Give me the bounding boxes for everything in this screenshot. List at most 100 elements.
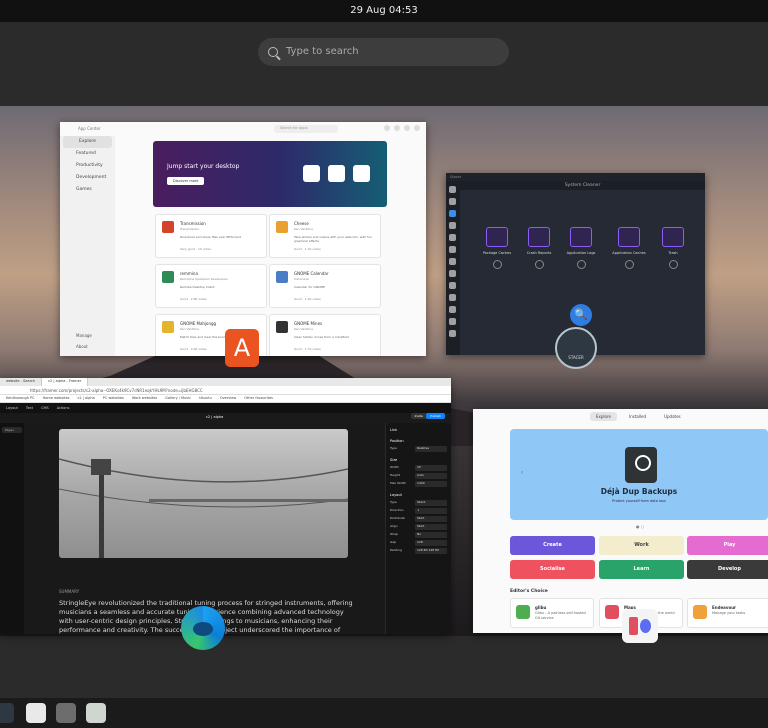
prop-wrap-value[interactable]: No	[415, 532, 447, 538]
cleaner-option[interactable]: Package Caches	[480, 227, 514, 269]
tab-explore[interactable]: Explore	[590, 412, 618, 421]
bookmark-item[interactable]: Home websites	[43, 396, 70, 401]
stacer-dock-icon[interactable]	[0, 703, 14, 723]
publish-button[interactable]: Publish	[426, 413, 445, 419]
scan-button[interactable]: 🔍	[570, 304, 592, 326]
prop-height-value[interactable]: Auto	[415, 473, 447, 479]
editors-pick-tile[interactable]: glibu Glibu - A painless self-hosted Git …	[510, 598, 594, 628]
prop-padding-value[interactable]: 128 80 128 80	[415, 548, 447, 554]
pages-tab[interactable]: Pages	[2, 427, 22, 433]
prop-gap-value[interactable]: 128	[415, 540, 447, 546]
trash-dock-icon[interactable]	[86, 703, 106, 723]
invite-button[interactable]: Invite	[410, 413, 427, 419]
services-icon[interactable]	[449, 234, 456, 241]
cleaner-option-checkbox[interactable]	[668, 260, 678, 269]
app-center-icon[interactable]: A	[225, 329, 259, 367]
apt-icon[interactable]	[449, 282, 456, 289]
close-button[interactable]	[414, 125, 420, 131]
nav-development[interactable]: Development	[60, 172, 115, 184]
bookmark-item[interactable]: Work websites	[132, 396, 157, 401]
app-card[interactable]: remmina Remmina Upstream Developers Remote…	[155, 264, 267, 308]
uninstaller-icon[interactable]	[449, 258, 456, 265]
edge-browser-icon[interactable]	[181, 606, 225, 650]
category-button[interactable]: Learn	[599, 560, 684, 579]
bridge-photo[interactable]	[59, 429, 348, 558]
bookmark-item[interactable]: PC websites	[103, 396, 124, 401]
app-search-input[interactable]: Search for apps	[274, 125, 338, 133]
cleaner-option-checkbox[interactable]	[624, 260, 634, 269]
prop-layout-type-value[interactable]: Stack	[415, 500, 447, 506]
cleaner-option-checkbox[interactable]	[534, 260, 544, 269]
carousel-prev-icon[interactable]: ‹	[521, 469, 523, 476]
browser-window[interactable]: website - Search c2 | alpha - Framer htt…	[0, 378, 451, 634]
category-button[interactable]: Socialise	[510, 560, 595, 579]
tool-cms[interactable]: CMS	[41, 406, 49, 410]
category-button[interactable]: Play	[687, 536, 768, 555]
nav-productivity[interactable]: Productivity	[60, 160, 115, 172]
discover-more-button[interactable]: Discover more	[167, 177, 205, 185]
bookmark-item[interactable]: Overview	[220, 396, 236, 401]
tab-framer[interactable]: c2 | alpha - Framer	[42, 378, 89, 386]
cleaner-option-checkbox[interactable]	[576, 260, 586, 269]
cleaner-option-checkbox[interactable]	[492, 260, 502, 269]
category-button[interactable]: Work	[599, 536, 684, 555]
carousel-dots[interactable]: ● ○	[636, 524, 644, 529]
helpers-icon[interactable]	[449, 306, 456, 313]
software-window[interactable]: Explore Installed Updates Déjà Dup Backu…	[473, 409, 768, 633]
nav-manage[interactable]: Manage	[60, 330, 115, 341]
nav-explore[interactable]: Explore	[63, 136, 112, 148]
minimize-button[interactable]	[394, 125, 400, 131]
category-button[interactable]: Develop	[687, 560, 768, 579]
bookmark-item[interactable]: c2 | alpha	[77, 396, 94, 401]
prop-type-value[interactable]: Relative	[415, 446, 447, 452]
cleaner-option[interactable]: Application Logs	[564, 227, 598, 269]
feedback-icon[interactable]	[449, 330, 456, 337]
prop-maxwidth-value[interactable]: 1400	[415, 481, 447, 487]
nav-games[interactable]: Games	[60, 184, 115, 196]
gnome-settings-icon[interactable]	[449, 294, 456, 301]
prop-align-value[interactable]: Start	[415, 524, 447, 530]
bookmark-item[interactable]: Gallery / Music	[165, 396, 191, 401]
cleaner-icon[interactable]	[449, 210, 456, 217]
files-dock-icon[interactable]	[56, 703, 76, 723]
startup-icon[interactable]	[449, 198, 456, 205]
software-app-icon[interactable]	[622, 609, 658, 643]
stacer-app-icon[interactable]: STACER	[555, 327, 597, 369]
app-grid-dock-icon[interactable]	[26, 703, 46, 723]
prop-width-value[interactable]: 1fr	[415, 465, 447, 471]
app-center-window[interactable]: App Center Search for apps Explore Featu…	[60, 122, 426, 356]
menu-button[interactable]	[384, 125, 390, 131]
cleaner-option[interactable]: Crash Reports	[522, 227, 556, 269]
tab-installed[interactable]: Installed	[623, 412, 652, 421]
featured-app-banner[interactable]: Déjà Dup Backups Protect yourself from d…	[510, 429, 768, 520]
tab-search[interactable]: website - Search	[0, 378, 43, 386]
bookmark-item[interactable]: Kenilborough PC	[6, 396, 35, 401]
dashboard-icon[interactable]	[449, 186, 456, 193]
tab-updates[interactable]: Updates	[658, 412, 687, 421]
tool-text[interactable]: Text	[26, 406, 33, 410]
nav-about[interactable]: About	[60, 341, 115, 352]
nav-featured[interactable]: Featured	[60, 148, 115, 160]
address-bar[interactable]: https://framer.com/projects/c2-alpha--OX…	[0, 386, 451, 395]
maximize-button[interactable]	[404, 125, 410, 131]
project-title[interactable]: c2 | alpha	[206, 415, 223, 419]
settings-icon[interactable]	[449, 318, 456, 325]
cleaner-option[interactable]: Application Caches	[612, 227, 646, 269]
prop-direction-value[interactable]: ↓	[415, 508, 447, 514]
category-button[interactable]: Create	[510, 536, 595, 555]
search-icon[interactable]	[449, 222, 456, 229]
tool-actions[interactable]: Actions	[57, 406, 70, 410]
processes-icon[interactable]	[449, 246, 456, 253]
overview-search-input[interactable]: Type to search	[258, 38, 509, 66]
bookmark-item[interactable]: Other favourites	[244, 396, 273, 401]
resources-icon[interactable]	[449, 270, 456, 277]
editors-pick-tile[interactable]: Endeavour Manage your tasks	[687, 598, 768, 628]
app-card[interactable]: Cheese Ken VanDine Take photos and videos …	[269, 214, 381, 258]
tool-layout[interactable]: Layout	[6, 406, 18, 410]
app-card[interactable]: GNOME Calendar Canonical Calendar for GNOM…	[269, 264, 381, 308]
prop-distribute-value[interactable]: Start	[415, 516, 447, 522]
app-card[interactable]: Transmission Transmission Download and sha…	[155, 214, 267, 258]
app-card[interactable]: GNOME Mines Ken VanDine Clear hidden mines…	[269, 314, 381, 356]
cleaner-option[interactable]: Trash	[656, 227, 690, 269]
clock[interactable]: 29 Aug 04:53	[350, 5, 417, 16]
